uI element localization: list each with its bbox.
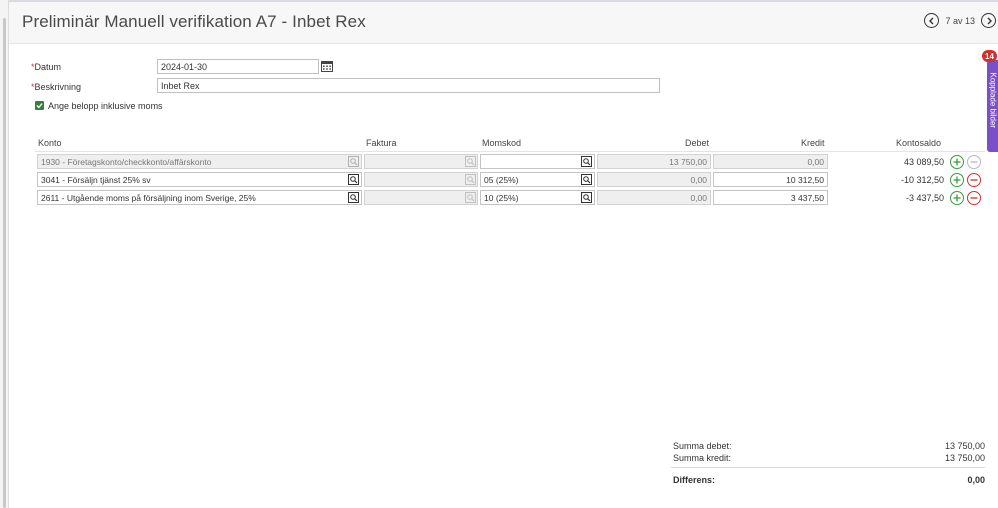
page-title: Preliminär Manuell verifikation A7 - Inb… xyxy=(22,12,366,31)
add-row-button[interactable] xyxy=(950,191,964,205)
remove-row-button[interactable] xyxy=(967,173,981,187)
lookup-icon xyxy=(465,156,476,167)
minus-icon xyxy=(970,197,978,199)
lookup-icon[interactable] xyxy=(581,156,592,167)
col-header-kredit: Kredit xyxy=(801,138,825,148)
datum-input[interactable]: 2024-01-30 xyxy=(157,59,319,74)
calendar-icon[interactable] xyxy=(321,60,333,72)
linked-images-tab[interactable]: Kopplade bilder xyxy=(987,60,998,152)
scroll-grip[interactable] xyxy=(3,18,6,508)
moms-checkbox[interactable] xyxy=(35,101,44,110)
lookup-icon[interactable] xyxy=(581,174,592,185)
pager: 7 av 13 xyxy=(924,13,996,28)
faktura-field xyxy=(364,154,478,169)
add-row-button[interactable] xyxy=(950,155,964,169)
lookup-icon[interactable] xyxy=(581,192,592,203)
summa-debet-value: 13 750,00 xyxy=(944,441,985,451)
chevron-left-icon xyxy=(928,17,934,24)
kredit-field[interactable]: 3 437,50 xyxy=(713,190,828,205)
kredit-field: 0,00 xyxy=(713,154,828,169)
summary-divider xyxy=(671,467,985,468)
lookup-icon xyxy=(348,156,359,167)
kontosaldo-value: -3 437,50 xyxy=(905,193,944,203)
linked-images-tab-label: Kopplade bilder xyxy=(988,72,998,129)
beskrivning-input[interactable]: Inbet Rex xyxy=(157,78,660,93)
beskrivning-label: *Beskrivning xyxy=(31,82,82,92)
minus-icon xyxy=(970,161,978,163)
linked-images-badge: 14 xyxy=(982,50,997,62)
col-header-debet: Debet xyxy=(685,138,710,148)
summa-kredit-label: Summa kredit: xyxy=(673,453,732,463)
checkmark-icon xyxy=(36,103,43,109)
page-header: Preliminär Manuell verifikation A7 - Inb… xyxy=(9,2,998,44)
debet-field: 0,00 xyxy=(597,190,711,205)
konto-field[interactable]: 3041 - Försäljn tjänst 25% sv xyxy=(37,172,362,187)
kontosaldo-value: 43 089,50 xyxy=(903,157,944,167)
col-header-konto: Konto xyxy=(38,138,62,148)
minus-icon xyxy=(970,179,978,181)
col-header-faktura: Faktura xyxy=(366,138,397,148)
moms-checkbox-label: Ange belopp inklusive moms xyxy=(48,101,163,111)
previous-record-button[interactable] xyxy=(924,13,940,28)
datum-label: *Datum xyxy=(31,62,62,72)
plus-icon xyxy=(953,194,961,202)
lookup-icon xyxy=(465,192,476,203)
differens-label: Differens: xyxy=(673,475,716,485)
summa-kredit-value: 13 750,00 xyxy=(944,453,985,463)
remove-row-button[interactable] xyxy=(967,191,981,205)
col-header-kontosaldo: Kontosaldo xyxy=(896,138,942,148)
chevron-right-icon xyxy=(987,17,992,24)
momskod-field[interactable]: 10 (25%) xyxy=(480,190,595,205)
lookup-icon[interactable] xyxy=(348,174,359,185)
next-record-button[interactable] xyxy=(981,13,996,28)
record-counter: 7 av 13 xyxy=(945,15,975,26)
kredit-field[interactable]: 10 312,50 xyxy=(713,172,828,187)
momskod-field[interactable] xyxy=(480,154,595,169)
konto-field[interactable]: 2611 - Utgående moms på försäljning inom… xyxy=(37,190,362,205)
konto-field: 1930 - Företagskonto/checkkonto/affärsko… xyxy=(37,154,362,169)
lookup-icon[interactable] xyxy=(348,192,359,203)
faktura-field xyxy=(364,190,478,205)
momskod-field[interactable]: 05 (25%) xyxy=(480,172,595,187)
add-row-button[interactable] xyxy=(950,173,964,187)
faktura-field xyxy=(364,172,478,187)
kontosaldo-value: -10 312,50 xyxy=(900,175,944,185)
debet-field: 0,00 xyxy=(597,172,711,187)
remove-row-button[interactable] xyxy=(967,155,981,169)
col-header-momskod: Momskod xyxy=(482,138,522,148)
left-rail xyxy=(0,0,9,508)
plus-icon xyxy=(953,176,961,184)
lookup-icon xyxy=(465,174,476,185)
plus-icon xyxy=(953,158,961,166)
debet-field: 13 750,00 xyxy=(597,154,711,169)
header-divider xyxy=(35,151,985,152)
summa-debet-label: Summa debet: xyxy=(673,441,732,451)
differens-value: 0,00 xyxy=(967,475,985,485)
